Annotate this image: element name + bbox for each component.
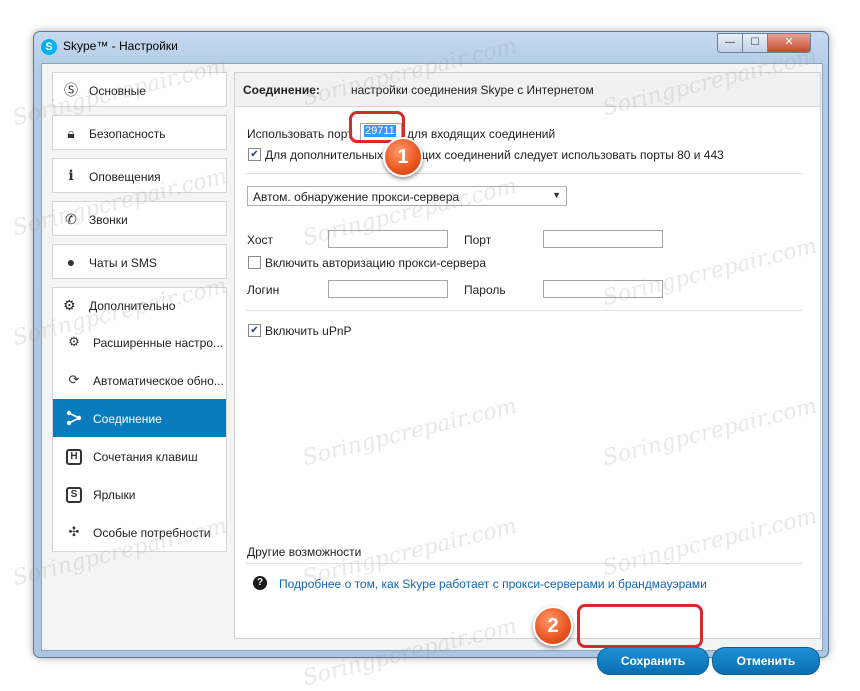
proxy-port-label: Порт [464,233,492,247]
refresh-icon: ⟳ [68,372,80,387]
sidebar-subitem-label: Особые потребности [93,526,211,540]
step-1-badge: 1 [383,137,423,177]
port-label-after: для входящих соединений [407,127,556,141]
cancel-button[interactable]: Отменить [712,647,820,675]
sidebar-item-security[interactable]: 🔒︎ Безопасность [52,115,227,150]
proxy-auth-checkbox[interactable] [248,256,261,269]
lock-icon: 🔒︎ [67,125,75,141]
title-bar[interactable]: S Skype™ - Настройки — ☐ ✕ [34,32,828,62]
settings-window: S Skype™ - Настройки — ☐ ✕ Ⓢ Основные 🔒︎… [33,31,829,675]
connection-settings-panel: Соединение: настройки соединения Skype с… [234,72,821,639]
sidebar-subitem-hotkeys[interactable]: H Сочетания клавиш [53,437,226,475]
proxy-help-link[interactable]: Подробнее о том, как Skype работает с пр… [279,577,707,591]
sidebar-item-calls[interactable]: ✆ Звонки [52,201,227,236]
alt-ports-checkbox[interactable]: ✔ [248,148,261,161]
save-button[interactable]: Сохранить [597,647,709,675]
proxy-auth-label: Включить авторизацию прокси-сервера [265,256,486,270]
sidebar-subitem-shortcuts[interactable]: S Ярлыки [53,475,226,513]
other-options-label: Другие возможности [247,545,362,559]
sidebar-item-general[interactable]: Ⓢ Основные [52,72,227,107]
hotkey-icon: H [66,449,82,465]
password-input[interactable] [543,280,663,298]
gear-icon: ⚙ [68,334,80,349]
host-label: Хост [247,233,274,247]
window-title: Skype™ - Настройки [63,39,178,53]
info-icon: i [68,168,74,184]
separator [245,173,803,174]
sidebar-subitem-connection[interactable]: Соединение [53,399,226,437]
sidebar-subitem-accessibility[interactable]: ✣ Особые потребности [53,513,226,551]
alt-ports-label: Для дополнительных входящих соединений с… [265,148,724,162]
sidebar-subitem-label: Сочетания клавиш [93,450,198,464]
panel-header-description: настройки соединения Skype с Интернетом [351,83,594,97]
sidebar-subitem-auto-update[interactable]: ⟳ Автоматическое обно... [53,361,226,399]
maximize-button[interactable]: ☐ [742,33,768,53]
close-button[interactable]: ✕ [767,33,811,53]
sidebar-item-notifications[interactable]: i Оповещения [52,158,227,193]
separator [245,563,803,564]
sidebar-item-label: Дополнительно [89,299,176,313]
panel-header: Соединение: настройки соединения Skype с… [235,73,820,107]
password-label: Пароль [464,283,506,297]
sidebar-group-advanced: ⚙ Дополнительно ⚙ Расширенные настро... … [52,287,227,552]
proxy-type-value: Автом. обнаружение прокси-сервера [253,190,460,204]
connection-icon [66,410,82,426]
sidebar-subitem-advanced-settings[interactable]: ⚙ Расширенные настро... [53,323,226,361]
chat-icon: ● [66,254,76,270]
sidebar-item-label: Оповещения [89,170,161,184]
client-area: Ⓢ Основные 🔒︎ Безопасность i Оповещения … [41,63,823,675]
sidebar-subitem-label: Ярлыки [93,488,136,502]
sidebar-item-label: Основные [89,84,146,98]
login-label: Логин [247,283,280,297]
upnp-label: Включить uPnP [265,324,352,338]
sidebar-subitem-label: Расширенные настро... [93,336,223,350]
panel-header-title: Соединение: [243,83,320,97]
sidebar-item-label: Безопасность [89,127,166,141]
sidebar-item-label: Звонки [89,213,128,227]
upnp-checkbox[interactable]: ✔ [248,324,261,337]
host-input[interactable] [328,230,448,248]
proxy-type-select[interactable]: Автом. обнаружение прокси-сервера ▼ [247,186,567,206]
sidebar-item-label: Чаты и SMS [89,256,157,270]
save-callout-highlight [577,604,703,648]
sidebar-item-advanced[interactable]: ⚙ Дополнительно [53,288,226,323]
sidebar-item-chats[interactable]: ● Чаты и SMS [52,244,227,279]
minimize-button[interactable]: — [717,33,743,53]
accessibility-icon: ✣ [68,524,80,539]
chevron-down-icon: ▼ [552,190,561,200]
shortcut-icon: S [66,487,82,503]
proxy-port-input[interactable] [543,230,663,248]
step-2-badge: 2 [533,606,573,646]
port-label-before: Использовать порт [247,127,353,141]
sidebar-subitem-label: Соединение [93,412,162,426]
skype-icon: Ⓢ [64,82,78,98]
gear-icon: ⚙ [63,297,76,313]
separator [245,310,803,311]
skype-logo-icon: S [41,39,57,55]
help-icon: ? [253,576,267,590]
login-input[interactable] [328,280,448,298]
sidebar-subitem-label: Автоматическое обно... [93,374,224,388]
settings-sidebar: Ⓢ Основные 🔒︎ Безопасность i Оповещения … [52,72,227,552]
phone-icon: ✆ [65,211,77,227]
